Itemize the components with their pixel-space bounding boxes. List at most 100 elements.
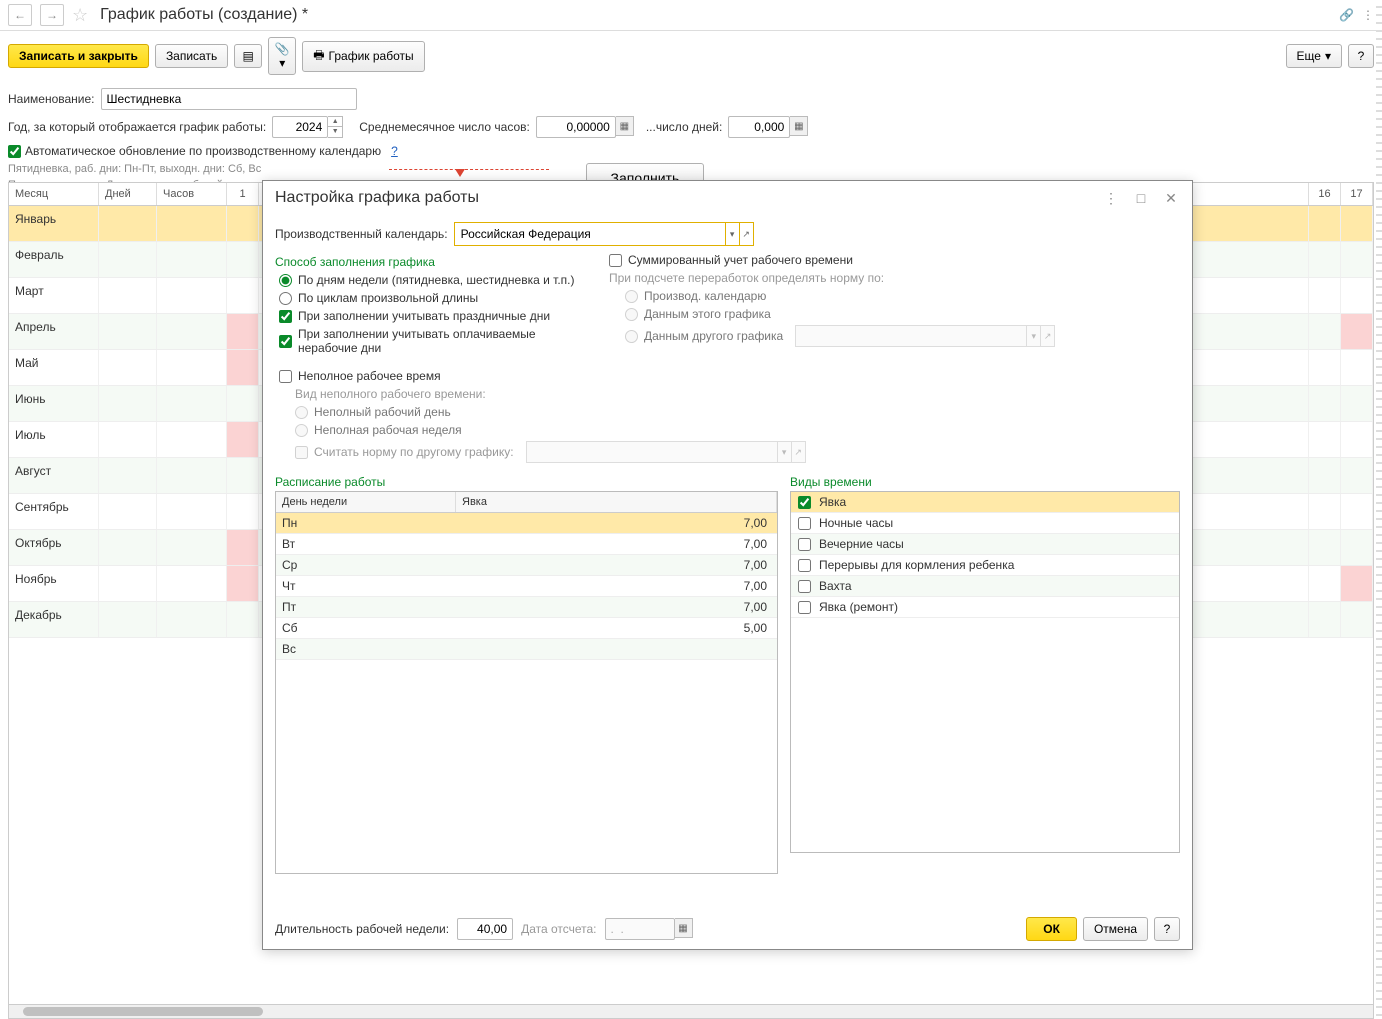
calendar-dropdown-icon[interactable]: ▾ [725,223,739,245]
time-types-header: Виды времени [790,471,1180,491]
avg-days-input[interactable] [728,116,790,138]
list-item[interactable]: Вечерние часы [791,534,1179,555]
norm-this-radio [625,308,638,321]
save-close-button[interactable]: Записать и закрыть [8,44,149,68]
calendar-input-wrap: ▾ ↗ [454,222,754,246]
list-icon-button[interactable]: ▤ [234,44,262,68]
partial-kind-label: Вид неполного рабочего времени: [275,385,1180,403]
norm-other-radio [625,330,638,343]
norm-this-row: Данным этого графика [605,305,1180,323]
opt-cycle-row[interactable]: По циклам произвольной длины [275,289,575,307]
opt-week-row[interactable]: По дням недели (пятидневка, шестидневка … [275,271,575,289]
table-row[interactable]: Пн7,00 [276,513,777,534]
dialog-maximize-icon[interactable]: □ [1132,190,1150,207]
col-16[interactable]: 16 [1309,183,1341,205]
link-icon[interactable]: 🔗 [1339,8,1354,22]
cancel-button[interactable]: Отмена [1083,917,1148,941]
chk-paid-row[interactable]: При заполнении учитывать оплачиваемые не… [275,325,575,357]
chk-partial[interactable] [279,370,292,383]
name-label: Наименование: [8,92,95,106]
norm-other-row: Данным другого графика ▾↗ [605,323,1180,349]
list-item[interactable]: Вахта [791,576,1179,597]
table-row[interactable]: Вт7,00 [276,534,777,555]
col-day[interactable]: День недели [276,492,456,512]
avg-hours-input[interactable] [536,116,616,138]
name-input[interactable] [101,88,357,110]
year-label: Год, за который отображается график рабо… [8,120,266,134]
norm-cal-row: Производ. календарю [605,287,1180,305]
chk-norm-other-row: Считать норму по другому графику: ▾↗ [275,439,1180,465]
kebab-icon[interactable]: ⋮ [1362,8,1374,22]
help-button[interactable]: ? [1348,44,1374,68]
calendar-input[interactable] [455,223,725,245]
torn-edge [1376,0,1382,1019]
back-button[interactable]: ← [8,4,32,26]
list-item[interactable]: Явка (ремонт) [791,597,1179,618]
col-1[interactable]: 1 [227,183,259,205]
opt-cycle-radio[interactable] [279,292,292,305]
table-row[interactable]: Чт7,00 [276,576,777,597]
week-len-input[interactable] [457,918,513,940]
list-item[interactable]: Ночные часы [791,513,1179,534]
schedule-table: День неделиЯвка Пн7,00Вт7,00Ср7,00Чт7,00… [275,491,778,874]
attach-button[interactable]: 📎▾ [268,37,296,75]
chk-summed-row[interactable]: Суммированный учет рабочего времени [605,251,1180,269]
list-item[interactable]: Явка [791,492,1179,513]
col-attendance[interactable]: Явка [456,492,777,512]
print-schedule-button[interactable]: 🖶 График работы [302,41,424,72]
week-len-label: Длительность рабочей недели: [275,922,449,936]
partial-day-radio [295,406,308,419]
more-button[interactable]: Еще ▾ [1286,44,1342,68]
calendar-label: Производственный календарь: [275,227,448,241]
titlebar: ← → ☆ График работы (создание) * 🔗 ⋮ [0,0,1382,31]
dialog-close-icon[interactable]: ✕ [1162,190,1180,207]
partial-week-radio [295,424,308,437]
col-month[interactable]: Месяц [9,183,99,205]
toolbar: Записать и закрыть Записать ▤ 📎▾ 🖶 Графи… [0,31,1382,81]
ok-button[interactable]: ОК [1026,917,1077,941]
col-days[interactable]: Дней [99,183,157,205]
dialog-title: Настройка графика работы [275,189,1102,207]
table-row[interactable]: Сб5,00 [276,618,777,639]
chk-paid[interactable] [279,335,292,348]
page-title: График работы (создание) * [96,6,1331,24]
norm-cal-radio [625,290,638,303]
calc-icon-2[interactable]: ▦ [790,116,808,136]
avg-days-label: ...число дней: [646,120,722,134]
year-spinner[interactable]: ▲▼ [328,116,343,138]
calc-icon[interactable]: ▦ [616,116,634,136]
start-date-label: Дата отсчета: [521,922,596,936]
schedule-settings-dialog: Настройка графика работы ⋮ □ ✕ Производс… [262,180,1193,950]
dialog-menu-icon[interactable]: ⋮ [1102,190,1120,207]
favorite-icon[interactable]: ☆ [72,5,88,26]
chk-holidays-row[interactable]: При заполнении учитывать праздничные дни [275,307,575,325]
chk-holidays[interactable] [279,310,292,323]
table-row[interactable]: Ср7,00 [276,555,777,576]
auto-update-label: Автоматическое обновление по производств… [25,144,381,158]
table-row[interactable]: Пт7,00 [276,597,777,618]
partial-week-row: Неполная рабочая неделя [275,421,1180,439]
h-scrollbar[interactable] [9,1004,1373,1018]
calendar-icon: ▦ [675,918,693,938]
norm-label: При подсчете переработок определять норм… [605,269,1180,287]
year-input[interactable] [272,116,328,138]
chk-norm-other [295,446,308,459]
col-hours[interactable]: Часов [157,183,227,205]
auto-update-checkbox[interactable] [8,145,21,158]
start-date-input [605,918,675,940]
help-link-icon[interactable]: ? [391,144,398,158]
list-item[interactable]: Перерывы для кормления ребенка [791,555,1179,576]
table-row[interactable]: Вс [276,639,777,660]
fill-method-header: Способ заполнения графика [275,251,575,271]
calendar-open-icon[interactable]: ↗ [739,223,753,245]
col-17[interactable]: 17 [1341,183,1373,205]
avg-hours-label: Среднемесячное число часов: [359,120,530,134]
dialog-help-button[interactable]: ? [1154,917,1180,941]
opt-week-radio[interactable] [279,274,292,287]
partial-day-row: Неполный рабочий день [275,403,1180,421]
save-button[interactable]: Записать [155,44,228,68]
forward-button[interactable]: → [40,4,64,26]
chk-summed[interactable] [609,254,622,267]
dialog-footer: Длительность рабочей недели: Дата отсчет… [263,909,1192,949]
chk-partial-row[interactable]: Неполное рабочее время [275,367,1180,385]
